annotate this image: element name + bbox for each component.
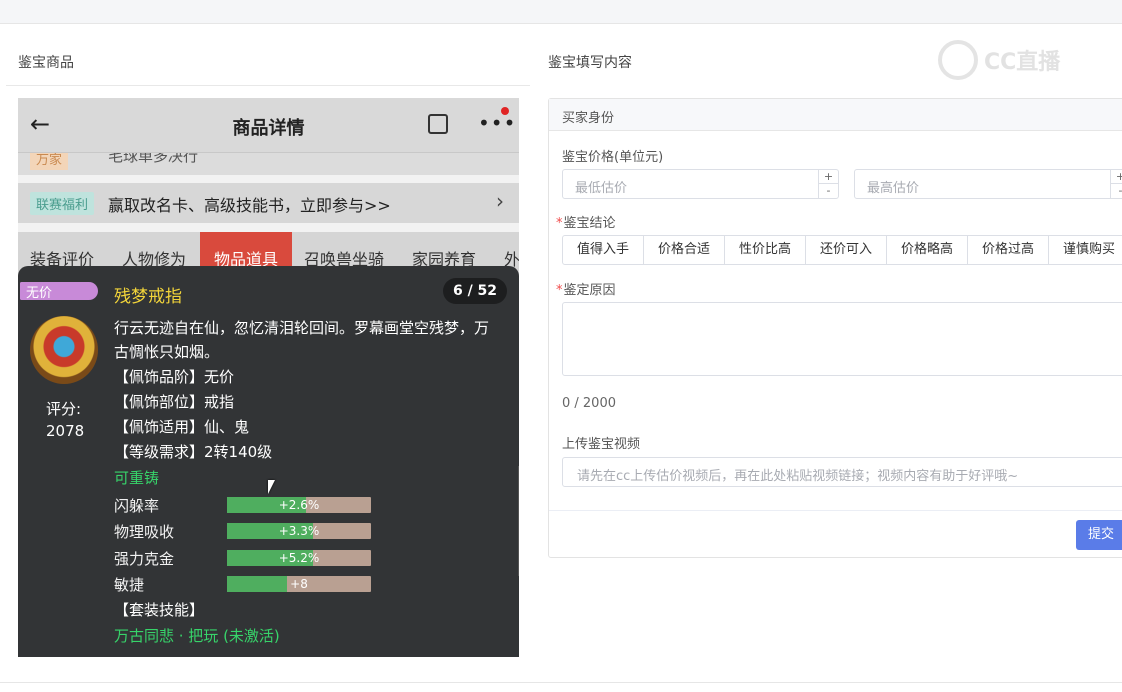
required-mark: * xyxy=(556,283,563,298)
phone-header: ← 商品详情 ••• xyxy=(18,98,519,153)
stat-bar: +3.3% xyxy=(227,523,371,539)
left-section-title: 鉴宝商品 xyxy=(18,55,74,71)
conclusion-option[interactable]: 价格略高 xyxy=(886,235,968,265)
video-placeholder: 请先在cc上传估价视频后，再在此处粘贴视频链接；视频内容有助于好评哦~ xyxy=(577,469,1019,484)
submit-button[interactable]: 提交 xyxy=(1076,520,1122,550)
promo-text: 赢取改名卡、高级技能书，立即参与>> xyxy=(108,196,391,215)
top-bar xyxy=(0,0,1122,24)
more-icon[interactable]: ••• xyxy=(478,111,516,135)
max-price-placeholder: 最高估价 xyxy=(867,181,920,196)
conclusion-option[interactable]: 价格过高 xyxy=(967,235,1049,265)
stat-label: 闪躲率 xyxy=(114,497,160,515)
form-header: 买家身份 xyxy=(549,99,1122,131)
promo-row[interactable]: 联赛福利 赢取改名卡、高级技能书，立即参与>> › xyxy=(18,183,519,223)
promo-tag: 联赛福利 xyxy=(30,192,95,215)
score-value: 2078 xyxy=(46,422,85,440)
video-link-input[interactable]: 请先在cc上传估价视频后，再在此处粘贴视频链接；视频内容有助于好评哦~ xyxy=(562,457,1122,487)
appraisal-form: 买家身份 鉴宝价格(单位元) 最低估价 + - 最高估价 + - *鉴宝结论 值… xyxy=(548,98,1122,558)
decrement-button[interactable]: - xyxy=(1111,184,1122,198)
increment-button[interactable]: + xyxy=(819,170,838,184)
conclusion-options: 值得入手 价格合适 性价比高 还价可入 价格略高 价格过高 谨慎购买 xyxy=(562,235,1122,265)
stat-value: +8 xyxy=(290,577,308,591)
conclusion-option[interactable]: 性价比高 xyxy=(724,235,806,265)
stat-label: 敏捷 xyxy=(114,576,145,594)
increment-button[interactable]: + xyxy=(1111,170,1122,184)
conclusion-label-text: 鉴宝结论 xyxy=(563,216,616,231)
attr-level: 【等级需求】2转140级 xyxy=(114,443,273,461)
stat-bar: +5.2% xyxy=(227,550,371,566)
decrement-button[interactable]: - xyxy=(819,184,838,198)
set-skill-label: 【套装技能】 xyxy=(114,601,205,619)
right-section-title: 鉴宝填写内容 xyxy=(548,55,632,71)
clipped-tag: 万家 xyxy=(30,153,69,170)
video-label: 上传鉴宝视频 xyxy=(562,437,641,452)
item-name: 残梦戒指 xyxy=(114,287,182,307)
reason-textarea[interactable] xyxy=(562,302,1122,376)
divider xyxy=(0,682,1122,683)
attr-grade: 【佩饰品阶】无价 xyxy=(114,368,235,386)
reforge-label: 可重铸 xyxy=(114,469,160,487)
stat-value: +3.3% xyxy=(278,524,320,538)
divider xyxy=(6,85,530,86)
conclusion-option[interactable]: 价格合适 xyxy=(643,235,725,265)
share-icon[interactable] xyxy=(428,114,448,134)
conclusion-option[interactable]: 还价可入 xyxy=(805,235,887,265)
reason-char-counter: 0 / 2000 xyxy=(562,396,616,411)
conclusion-option[interactable]: 谨慎购买 xyxy=(1048,235,1122,265)
card-scrollbar[interactable] xyxy=(518,466,519,576)
min-price-input[interactable]: 最低估价 + - xyxy=(562,169,839,199)
conclusion-label: *鉴宝结论 xyxy=(556,212,616,231)
buyer-identity-label: 买家身份 xyxy=(562,111,615,126)
reason-label: *鉴定原因 xyxy=(556,279,616,298)
watermark-text: CC直播 xyxy=(984,50,1061,75)
conclusion-option[interactable]: 值得入手 xyxy=(562,235,644,265)
stat-label: 物理吸收 xyxy=(114,523,175,541)
reason-label-text: 鉴定原因 xyxy=(563,283,616,298)
grade-badge: 无价 xyxy=(20,282,98,301)
watermark-logo: CC直播 xyxy=(938,40,1088,80)
divider xyxy=(549,510,1122,511)
item-description: 行云无迹自在仙，忽忆清泪轮回间。罗幕画堂空残梦，万古惆怅只如烟。 xyxy=(114,319,490,361)
required-mark: * xyxy=(556,216,563,231)
item-detail-card: 无价 残梦戒指 6 / 52 评分: 2078 行云无迹自在仙，忽忆清泪轮回间。… xyxy=(18,266,519,657)
watermark-circle-icon xyxy=(938,40,978,80)
set-skill-name: 万古同悲 · 把玩 (未激活) xyxy=(114,627,280,645)
mouse-cursor-icon xyxy=(268,480,282,494)
clipped-text: 毛球单多决行 xyxy=(108,153,199,165)
score-label: 评分: xyxy=(46,400,82,418)
stat-value: +2.6% xyxy=(278,498,320,512)
attr-race: 【佩饰适用】仙、鬼 xyxy=(114,418,250,436)
clipped-row: 万家 毛球单多决行 xyxy=(18,153,519,175)
notification-dot xyxy=(501,107,509,115)
min-price-placeholder: 最低估价 xyxy=(575,181,628,196)
max-price-stepper[interactable]: + - xyxy=(1110,170,1122,198)
attr-slot: 【佩饰部位】戒指 xyxy=(114,393,235,411)
stat-value: +5.2% xyxy=(278,551,320,565)
price-label: 鉴宝价格(单位元) xyxy=(562,150,664,165)
stat-bar: +8 xyxy=(227,576,371,592)
ring-icon xyxy=(30,316,98,384)
min-price-stepper[interactable]: + - xyxy=(818,170,838,198)
stat-label: 强力克金 xyxy=(114,550,175,568)
stat-bar: +2.6% xyxy=(227,497,371,513)
chevron-right-icon: › xyxy=(496,189,504,213)
item-counter: 6 / 52 xyxy=(443,278,507,304)
product-screenshot: ← 商品详情 ••• 万家 毛球单多决行 联赛福利 赢取改名卡、高级技能书，立即… xyxy=(18,98,519,657)
max-price-input[interactable]: 最高估价 + - xyxy=(854,169,1122,199)
